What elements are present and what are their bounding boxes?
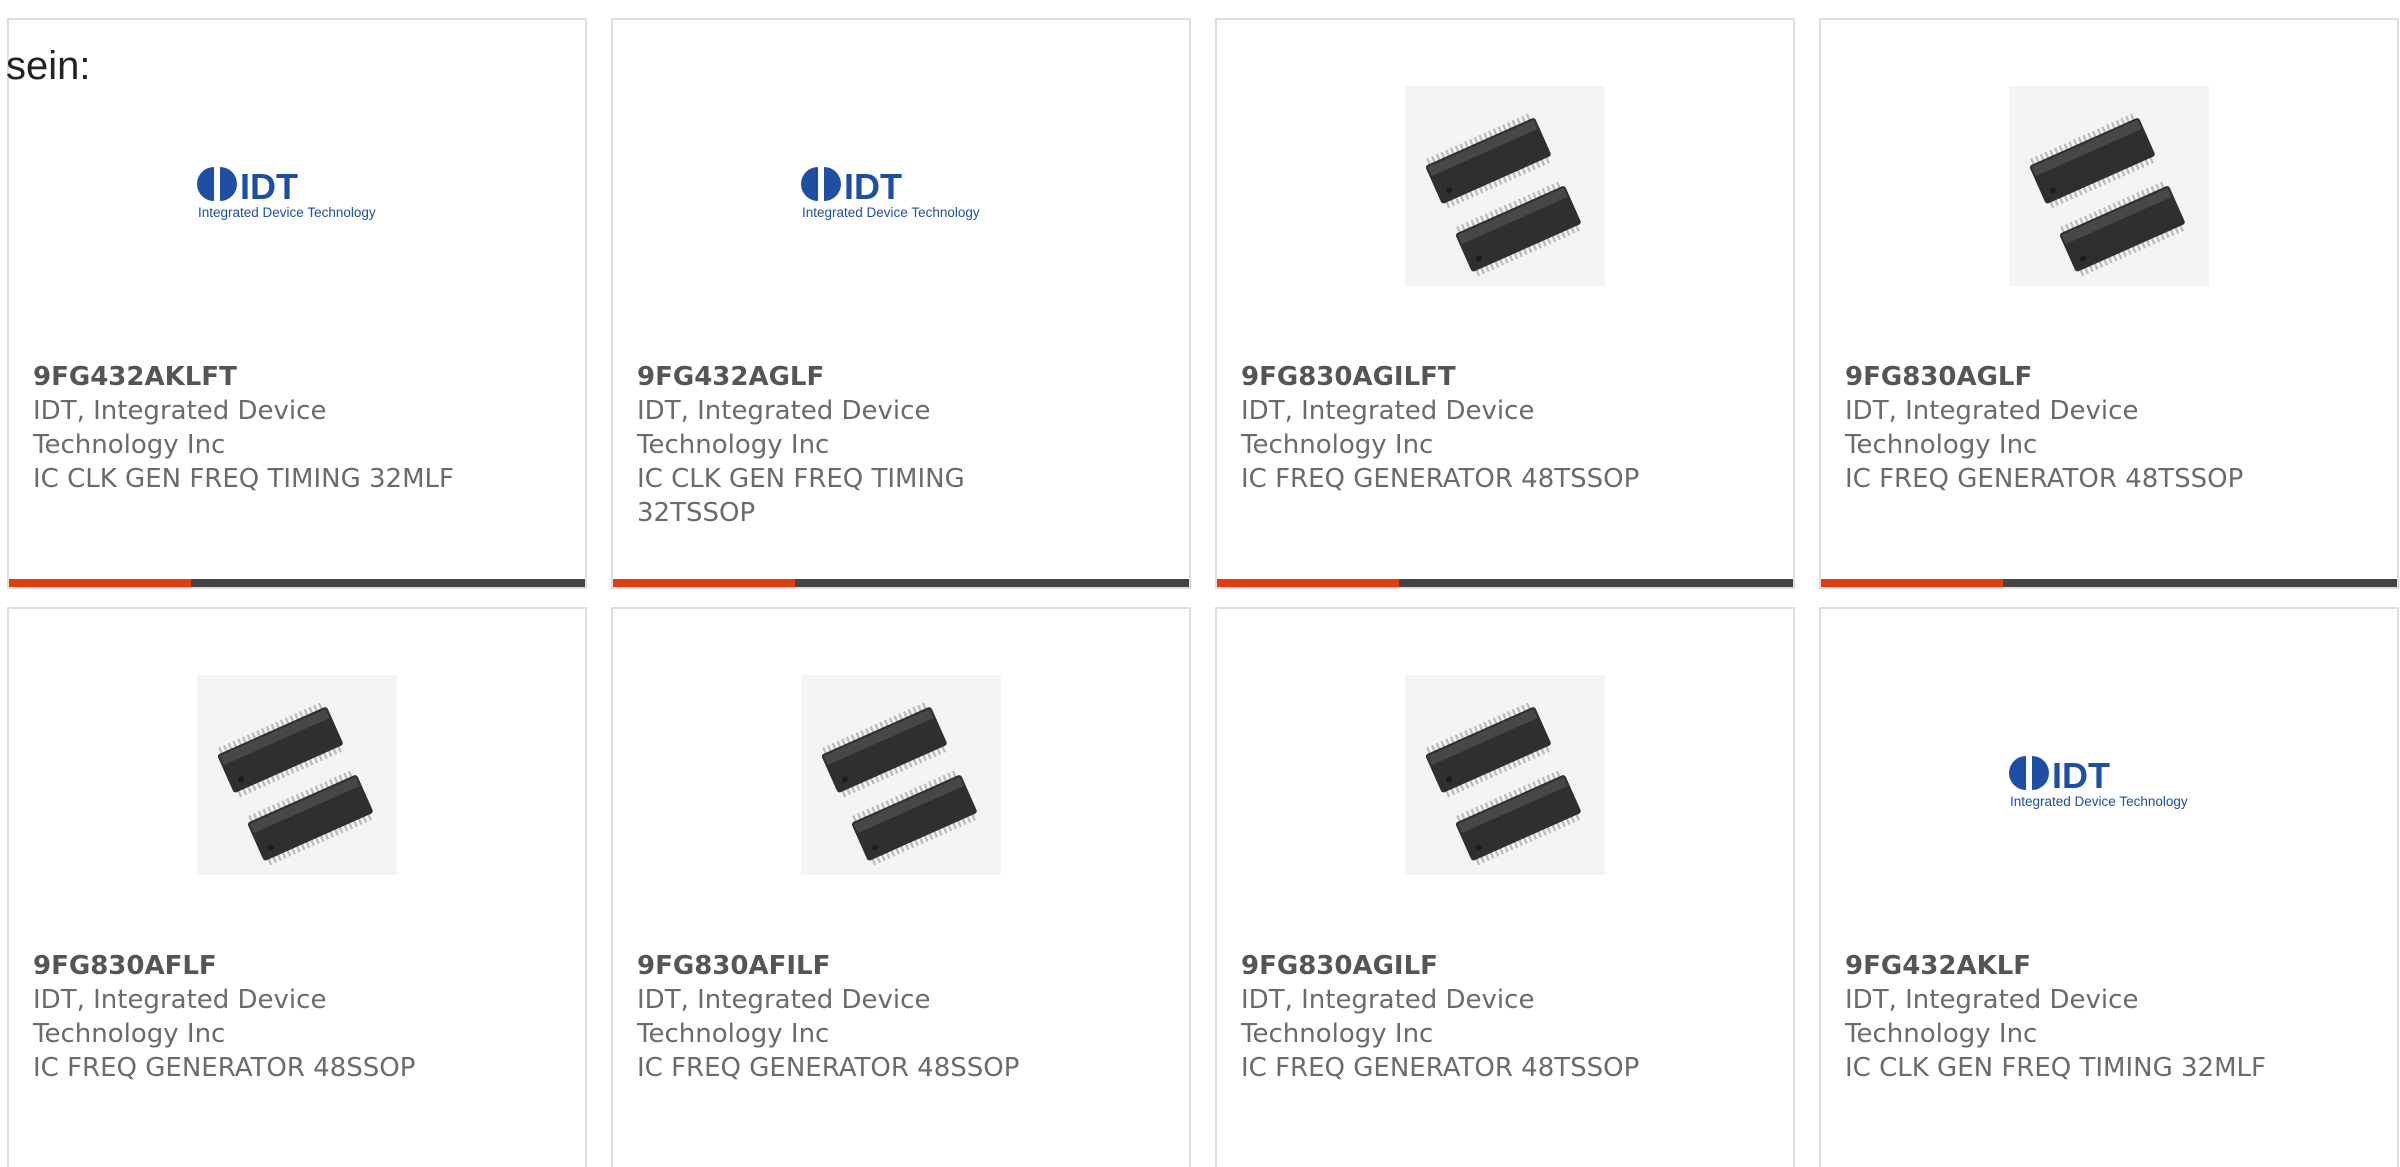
idt-logo-icon: IDTIntegrated Device Technology [801,166,980,220]
card-bottom-bar [1821,579,2397,587]
description: IC FREQ GENERATOR 48TSSOP [1845,464,2244,494]
manufacturer: IDT, Integrated Device Technology Inc [33,985,327,1049]
svg-text:IDT: IDT [844,166,902,207]
description: IC CLK GEN FREQ TIMING 32TSSOP [637,464,965,528]
card-accent-bar [613,579,795,587]
product-card[interactable]: IDT Integrated Device Technology 9FG432AK… [7,18,587,589]
part-number[interactable]: 9FG432AKLF [1845,949,2285,983]
intro-text: sein: [6,44,91,88]
card-bottom-bar [9,579,585,587]
part-number[interactable]: 9FG830AGLF [1845,360,2285,394]
product-grid: IDT Integrated Device Technology 9FG432AK… [7,18,2399,1167]
card-accent-bar [1821,579,2003,587]
product-image [1821,86,2397,286]
ic-chip-icon [1405,86,1605,286]
part-number[interactable]: 9FG830AGILF [1241,949,1681,983]
product-card[interactable]: 9FG830AGILF IDT, Integrated Device Techn… [1215,607,1795,1167]
ic-chip-icon [2009,86,2209,286]
product-card[interactable]: 9FG830AFLF IDT, Integrated Device Techno… [7,607,587,1167]
manufacturer: IDT, Integrated Device Technology Inc [1241,396,1535,460]
description: IC FREQ GENERATOR 48SSOP [637,1053,1020,1083]
product-info: 9FG830AGILF IDT, Integrated Device Techn… [1241,949,1681,1085]
manufacturer: IDT, Integrated Device Technology Inc [1845,985,2139,1049]
card-accent-bar [1217,579,1399,587]
svg-text:Integrated Device Technology: Integrated Device Technology [2010,794,2188,809]
manufacturer: IDT, Integrated Device Technology Inc [637,985,931,1049]
page: sein: IDT Integrated Device Technology 9F… [0,0,2400,1167]
product-info: 9FG432AKLFT IDT, Integrated Device Techn… [33,360,473,496]
product-image [1217,86,1793,286]
part-number[interactable]: 9FG432AKLFT [33,360,473,394]
description: IC FREQ GENERATOR 48TSSOP [1241,464,1640,494]
part-number[interactable]: 9FG830AFLF [33,949,473,983]
svg-text:Integrated Device Technology: Integrated Device Technology [198,205,376,220]
description: IC FREQ GENERATOR 48TSSOP [1241,1053,1640,1083]
product-card[interactable]: 9FG830AGILFT IDT, Integrated Device Tech… [1215,18,1795,589]
product-card[interactable]: 9FG830AGLF IDT, Integrated Device Techno… [1819,18,2399,589]
card-bottom-bar [1217,579,1793,587]
product-image [613,675,1189,875]
description: IC FREQ GENERATOR 48SSOP [33,1053,416,1083]
product-image [1217,675,1793,875]
product-info: 9FG432AGLF IDT, Integrated Device Techno… [637,360,1077,530]
product-image: IDT Integrated Device Technology [1821,675,2397,875]
manufacturer: IDT, Integrated Device Technology Inc [33,396,327,460]
product-image: IDT Integrated Device Technology [613,86,1189,286]
product-card[interactable]: IDT Integrated Device Technology 9FG432AK… [1819,607,2399,1167]
card-bottom-bar [613,579,1189,587]
manufacturer: IDT, Integrated Device Technology Inc [1845,396,2139,460]
card-accent-bar [9,579,191,587]
product-image [9,675,585,875]
manufacturer: IDT, Integrated Device Technology Inc [637,396,931,460]
svg-text:Integrated Device Technology: Integrated Device Technology [802,205,980,220]
product-info: 9FG432AKLF IDT, Integrated Device Techno… [1845,949,2285,1085]
idt-logo-icon: IDTIntegrated Device Technology [197,166,376,220]
product-info: 9FG830AFILF IDT, Integrated Device Techn… [637,949,1077,1085]
ic-chip-icon [1405,675,1605,875]
part-number[interactable]: 9FG830AFILF [637,949,1077,983]
ic-chip-icon [197,675,397,875]
manufacturer: IDT, Integrated Device Technology Inc [1241,985,1535,1049]
product-info: 9FG830AFLF IDT, Integrated Device Techno… [33,949,473,1085]
part-number[interactable]: 9FG432AGLF [637,360,1077,394]
svg-text:IDT: IDT [2052,755,2110,796]
product-info: 9FG830AGILFT IDT, Integrated Device Tech… [1241,360,1681,496]
ic-chip-icon [801,675,1001,875]
svg-text:IDT: IDT [240,166,298,207]
product-card[interactable]: IDT Integrated Device Technology 9FG432AG… [611,18,1191,589]
description: IC CLK GEN FREQ TIMING 32MLF [1845,1053,2266,1083]
description: IC CLK GEN FREQ TIMING 32MLF [33,464,454,494]
part-number[interactable]: 9FG830AGILFT [1241,360,1681,394]
product-info: 9FG830AGLF IDT, Integrated Device Techno… [1845,360,2285,496]
idt-logo-icon: IDTIntegrated Device Technology [2009,755,2188,809]
product-image: IDT Integrated Device Technology [9,86,585,286]
product-card[interactable]: 9FG830AFILF IDT, Integrated Device Techn… [611,607,1191,1167]
